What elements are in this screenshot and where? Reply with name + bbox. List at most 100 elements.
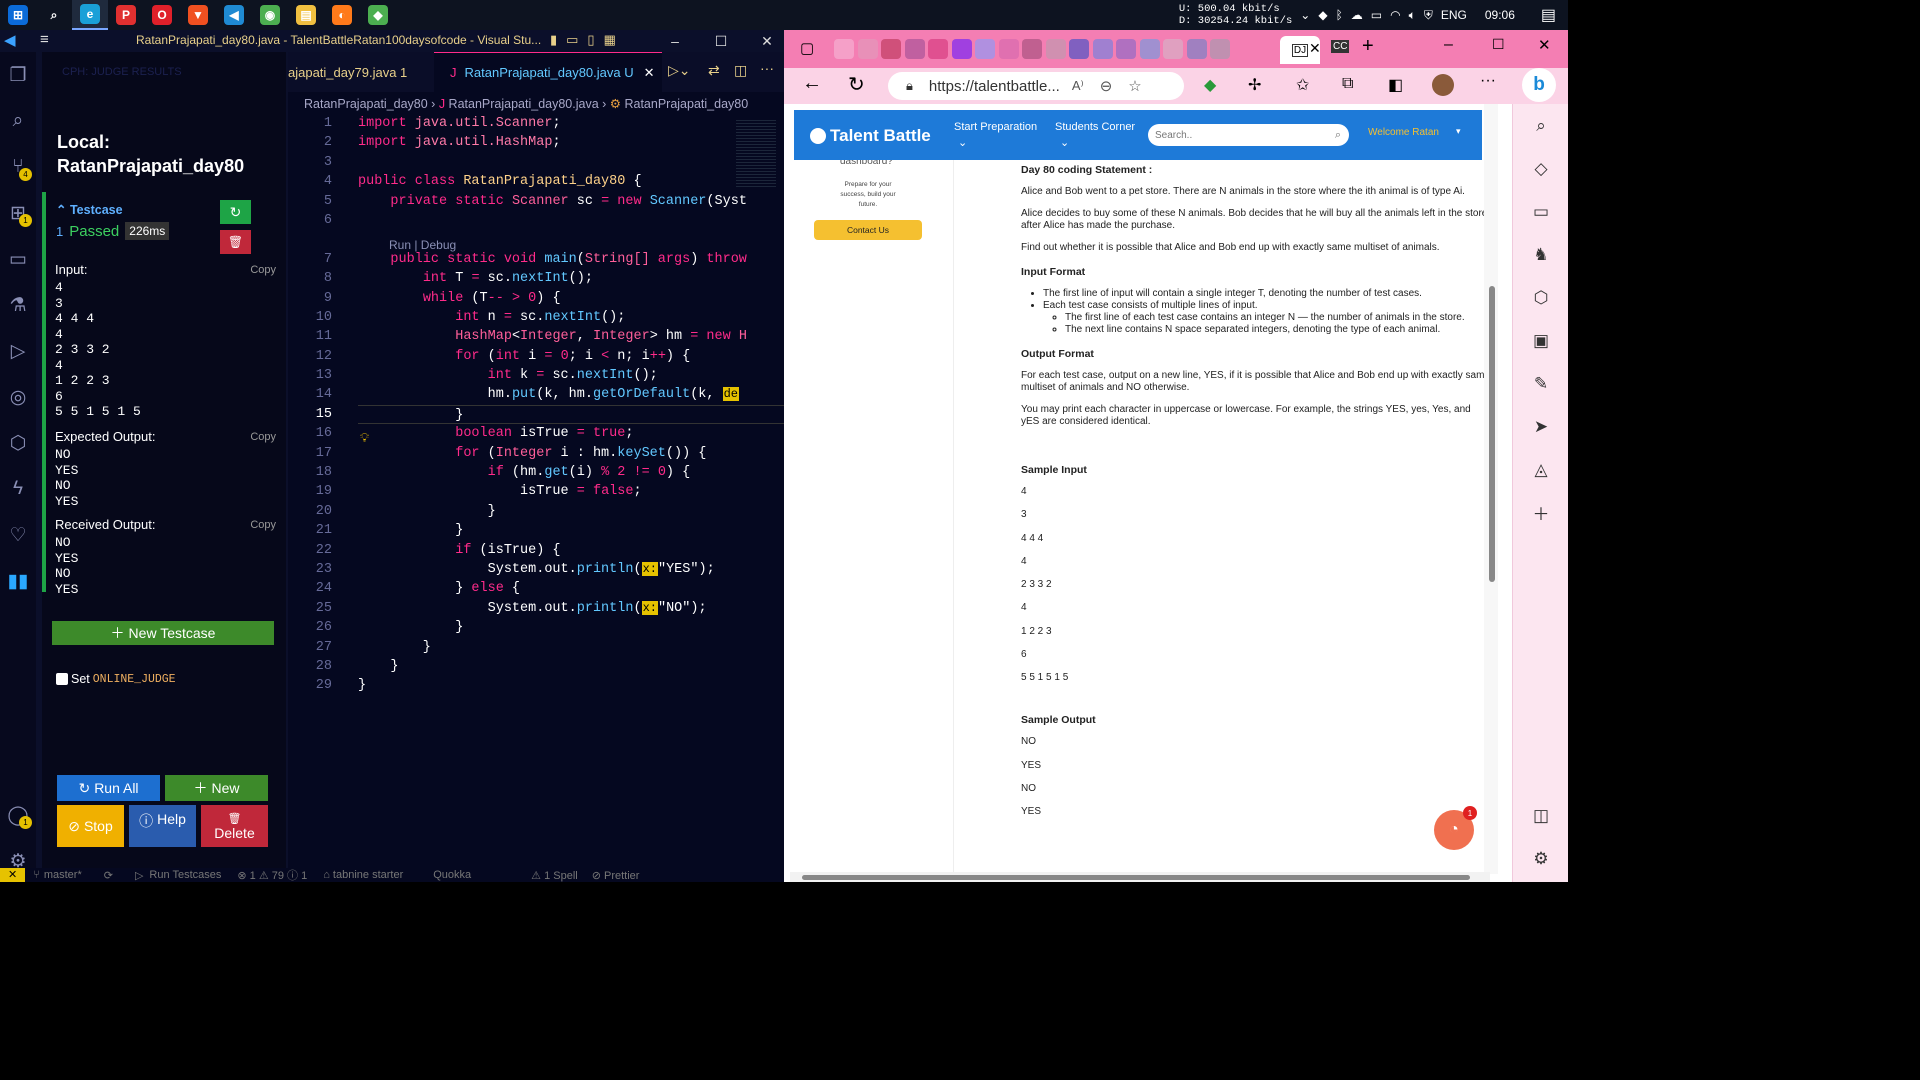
send-icon[interactable]: ➤ [1513,405,1568,448]
search-icon[interactable]: ⌕ [0,98,36,144]
tab-actions-icon[interactable]: ▢ [800,39,814,57]
stop-button[interactable]: ⊘ Stop [57,805,124,847]
scroll-thumb[interactable] [802,875,1470,880]
source-control-icon[interactable]: ⑂ 4 [0,144,36,190]
problems-status[interactable]: ⊗ 1 ⚠ 79 ⓘ 1 [237,868,307,882]
spell-status[interactable]: ⚠ 1 Spell [531,869,578,882]
run-all-button[interactable]: ↻ Run All [57,775,160,801]
back-icon[interactable]: ← [802,72,822,95]
account-icon[interactable]: ◯ 1 [0,792,36,838]
browser-tab-icon[interactable] [857,39,878,59]
collections-icon[interactable]: ⧉ [1342,75,1353,93]
layout-icons[interactable]: ▮▭▯▦ [550,32,625,48]
scroll-thumb[interactable] [1489,286,1495,582]
browser-tab-icon[interactable] [881,39,901,59]
browser-tab-icon[interactable] [1139,39,1160,59]
edge-bar-icon[interactable]: ◧ [1388,75,1403,95]
browser-tab-icon[interactable] [1163,39,1183,59]
compare-icon[interactable]: ⇄ [708,62,720,79]
chevron-up-icon[interactable]: ⌄ [1300,8,1310,22]
language-indicator[interactable]: ENG [1441,8,1467,22]
add-icon[interactable]: ＋ [1513,491,1568,534]
online-judge-checkbox[interactable] [56,673,68,685]
taskbar-edge-icon[interactable]: e [72,0,108,30]
vertical-scrollbar[interactable] [1484,104,1498,874]
maximize-icon[interactable]: ☐ [1492,36,1505,53]
tab-day80[interactable]: J RatanPrajapati_day80.java U ✕ [434,52,662,92]
address-bar[interactable]: 🔒︎ https://talentbattle... A⁾ ⊖ ☆ [888,72,1184,100]
new-testcase-button[interactable]: ＋ New Testcase [52,621,274,645]
games-icon[interactable]: ♞ [1513,233,1568,276]
copy-received-button[interactable]: Copy [250,519,276,531]
browser-tab-icon[interactable] [975,39,995,59]
close-icon[interactable]: ✕ [644,65,655,81]
taskbar-explorer-icon[interactable]: ▤ [288,0,324,30]
captions-tab-icon[interactable]: CC [1331,40,1350,53]
sync-icon[interactable]: ⟳ [104,869,113,882]
browser-tab-icon[interactable] [1210,39,1230,59]
notifications-icon[interactable]: ◬ [1513,448,1568,491]
tab-day79[interactable]: ajapati_day79.java 1 [288,52,434,92]
horizontal-scrollbar[interactable] [790,872,1490,882]
zoom-out-icon[interactable]: ⊖ [1100,77,1113,95]
rerun-button[interactable]: ↻ [220,200,251,224]
browser-tab-icon[interactable] [1022,39,1042,59]
favorite-add-icon[interactable]: ☆ [1128,77,1141,95]
welcome-user-menu[interactable]: Welcome Ratan [1368,127,1439,138]
breadcrumb-file[interactable]: RatanPrajapati_day80.java [449,97,599,111]
talent-battle-logo[interactable]: Talent Battle [830,126,931,146]
browser-tab-icon[interactable] [904,39,925,59]
prettier-status[interactable]: ⊘ Prettier [592,869,640,882]
tabnine-status[interactable]: ⌂ tabnine starter [323,869,403,881]
extensions-icon[interactable]: ⊞ 1 [0,190,36,236]
outlook-icon[interactable]: ▣ [1513,319,1568,362]
testcase-input[interactable]: 4 3 4 4 4 4 2 3 3 2 4 1 2 2 3 6 5 5 1 5 … [55,280,141,420]
taskbar-app-green-icon[interactable]: ◆ [360,0,396,30]
settings-gear-icon[interactable]: ⚙ [1513,837,1568,880]
minimize-icon[interactable]: – [1444,36,1453,54]
contact-us-button[interactable]: Contact Us [814,220,922,240]
battery-icon[interactable]: ▭ [1371,8,1382,22]
taskbar-app-p-icon[interactable]: P [108,0,144,30]
browser-tab-icon[interactable] [834,39,854,59]
taskbar-vscode-icon[interactable]: ◀ [216,0,252,30]
run-icon[interactable]: ▷⌄ [668,62,691,79]
delete-testcase-button[interactable]: 🗑︎ [220,230,251,254]
taskbar-search-icon[interactable]: ⌕ [36,0,72,30]
thunder-icon[interactable]: ϟ [0,466,36,512]
breadcrumb-symbol[interactable]: RatanPrajapati_day80 [624,97,748,111]
more-icon[interactable]: ··· [1480,72,1496,90]
network-icon[interactable]: ◆ [1318,8,1327,22]
avatar[interactable] [1432,74,1454,96]
favorites-icon[interactable]: ✩ [1296,75,1309,95]
taskbar-firefox-icon[interactable]: ◐ [324,0,360,30]
shield-icon[interactable]: ⛨ [1424,8,1433,23]
nav-students-corner[interactable]: Students Corner [1055,121,1135,133]
new-button[interactable]: ＋ New [165,775,268,801]
heart-icon[interactable]: ♡ [0,512,36,558]
notifications-icon[interactable]: ▤ [1541,5,1556,25]
code-content[interactable]: import java.util.Scanner; import java.ut… [358,114,784,696]
split-screen-icon[interactable]: ◫ [1513,794,1568,837]
browser-tab-icon[interactable] [951,39,972,59]
menu-icon[interactable]: ≡ [40,31,49,48]
more-actions-icon[interactable]: ··· [760,60,774,76]
explorer-icon[interactable]: ❐ [0,52,36,98]
copy-expected-button[interactable]: Copy [250,431,276,443]
shopping-tag-icon[interactable]: ◇ [1513,147,1568,190]
close-tab-icon[interactable]: ✕ [1309,40,1321,57]
lightbulb-icon[interactable]: 💡︎ [360,430,369,446]
browser-tab-icon[interactable] [1069,39,1089,59]
cube-icon[interactable]: ⬡ [0,420,36,466]
read-aloud-icon[interactable]: A⁾ [1072,78,1084,94]
browser-tab-icon[interactable] [998,39,1019,59]
nav-start-preparation[interactable]: Start Preparation [954,121,1037,133]
copy-input-button[interactable]: Copy [250,264,276,276]
taskbar-brave-icon[interactable]: ▼ [180,0,216,30]
site-search-input[interactable]: Search.. ⌕ [1148,124,1349,146]
run-debug-icon[interactable]: ▷ [0,328,36,374]
new-tab-icon[interactable]: + [1362,35,1374,58]
run-testcases-status[interactable]: Run Testcases [149,869,221,881]
testcase-header[interactable]: ⌃ Testcase [56,202,123,217]
chat-widget-button[interactable]: ◔ 1 [1434,806,1477,850]
